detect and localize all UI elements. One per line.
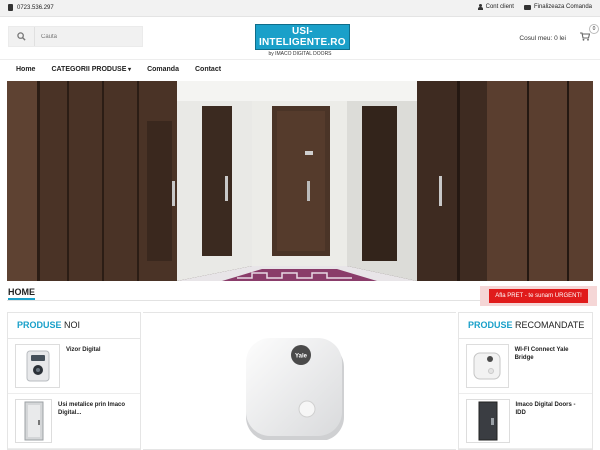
site-logo[interactable]: USI-INTELIGENTE.RO by IMACO DIGITAL DOOR… xyxy=(255,24,350,57)
search-input[interactable] xyxy=(35,33,135,40)
new-products-panel: PRODUSE NOI Vizor Digital Usi metalice p… xyxy=(7,312,141,450)
breadcrumb-home[interactable]: HOME xyxy=(8,287,35,300)
urgent-callback-button[interactable]: Afla PRET - te sunam URGENT! xyxy=(489,289,588,303)
cart-icon[interactable]: 0 xyxy=(580,24,599,44)
product-name[interactable]: WI-FI Connect Yale Bridge xyxy=(515,344,585,387)
urgent-callback-wrapper: Afla PRET - te sunam URGENT! xyxy=(480,286,597,306)
product-name[interactable]: Imaco Digital Doors - IDD xyxy=(516,399,586,442)
metal-door-image xyxy=(24,401,44,441)
product-item[interactable]: WI-FI Connect Yale Bridge xyxy=(459,339,592,394)
nav-item-contact[interactable]: Contact xyxy=(195,66,221,73)
recommended-products-panel: PRODUSE RECOMANDATE WI-FI Connect Yale B… xyxy=(458,312,593,450)
product-thumbnail[interactable] xyxy=(466,344,509,388)
checkout-link[interactable]: Finalizeaza Comanda xyxy=(523,4,592,10)
cart-total: Cosul meu: 0 lei xyxy=(519,34,566,42)
recommended-products-title: PRODUSE RECOMANDATE xyxy=(459,313,592,339)
product-name[interactable]: Usi metalice prin Imaco Digital... xyxy=(58,399,133,442)
product-name[interactable]: Vizor Digital xyxy=(66,344,101,387)
main-nav: Home CATEGORII PRODUSE Comanda Contact xyxy=(0,59,600,78)
nav-item-categories[interactable]: CATEGORII PRODUSE xyxy=(51,66,131,73)
nav-item-home[interactable]: Home xyxy=(16,66,35,73)
checkout-label: Finalizeaza Comanda xyxy=(533,4,592,10)
truck-icon xyxy=(523,4,531,10)
featured-product-image[interactable]: Yale xyxy=(243,335,348,445)
account-link[interactable]: Cont client xyxy=(477,4,514,10)
account-label: Cont client xyxy=(485,4,514,10)
product-thumbnail[interactable] xyxy=(466,399,510,443)
cart-widget[interactable]: Cosul meu: 0 lei 0 xyxy=(519,24,599,44)
wifi-bridge-image xyxy=(473,352,501,380)
product-item[interactable]: Imaco Digital Doors - IDD xyxy=(459,394,592,449)
product-item[interactable]: Vizor Digital xyxy=(8,339,140,394)
logo-sub-text: by IMACO DIGITAL DOORS xyxy=(268,51,332,57)
cart-count-badge: 0 xyxy=(589,24,599,34)
hero-banner xyxy=(7,81,593,281)
product-item[interactable]: Usi metalice prin Imaco Digital... xyxy=(8,394,140,449)
phone-contact[interactable]: 0723.536.297 xyxy=(8,4,54,11)
search-button[interactable] xyxy=(9,27,35,46)
search-box xyxy=(8,26,143,47)
digital-door-image xyxy=(478,401,498,441)
search-icon xyxy=(17,32,26,41)
logo-main-text: USI-INTELIGENTE.RO xyxy=(255,24,350,50)
featured-product: Yale xyxy=(143,312,456,450)
product-thumbnail[interactable] xyxy=(15,344,60,388)
nav-item-order[interactable]: Comanda xyxy=(147,66,179,73)
phone-number: 0723.536.297 xyxy=(17,4,54,11)
yale-logo: Yale xyxy=(295,354,308,360)
user-icon xyxy=(477,4,483,10)
hero-image xyxy=(7,81,593,281)
video-doorbell-image xyxy=(26,350,49,382)
top-bar: 0723.536.297 Cont client Finalizeaza Com… xyxy=(0,0,600,17)
phone-icon xyxy=(8,4,13,11)
new-products-title: PRODUSE NOI xyxy=(8,313,140,339)
product-thumbnail[interactable] xyxy=(15,399,53,443)
